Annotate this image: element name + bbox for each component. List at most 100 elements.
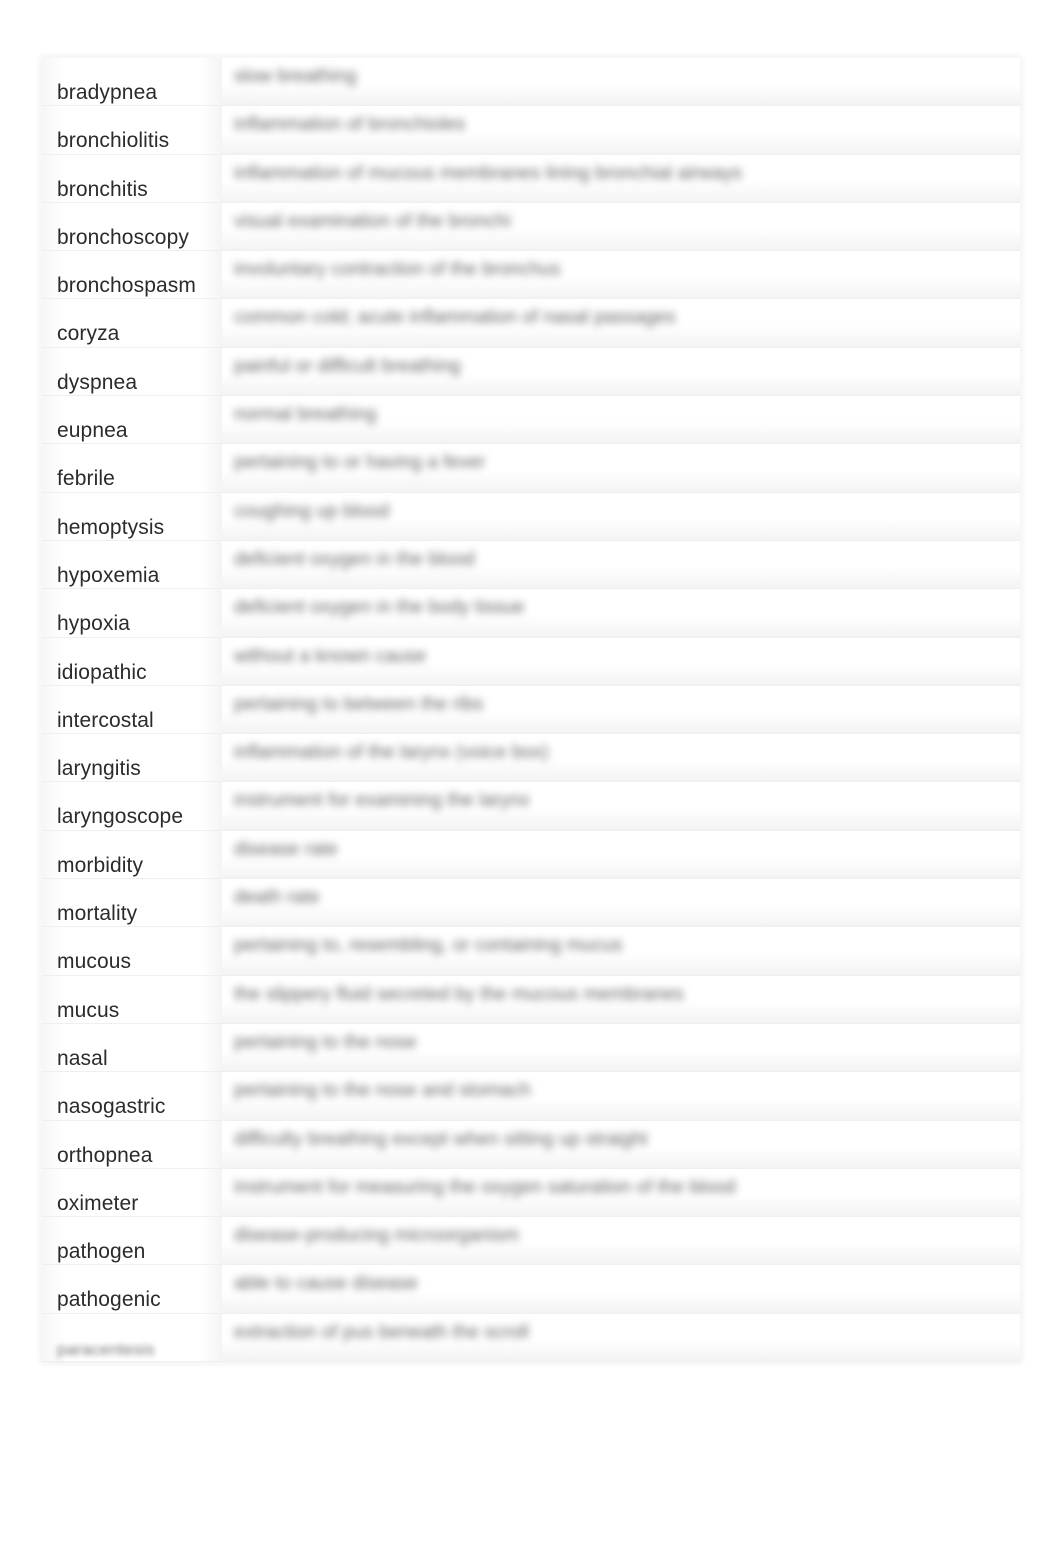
- table-row: paracentesis extraction of pus beneath t…: [42, 1313, 1020, 1363]
- definition-text: pertaining to the nose: [234, 1031, 417, 1053]
- definition-cell: without a known cause: [222, 637, 1020, 685]
- term-cell: bronchoscopy: [42, 202, 222, 251]
- term-text: febrile: [57, 467, 115, 491]
- table-row: bronchitis inflammation of mucous membra…: [42, 154, 1020, 203]
- table-row: bronchospasm involuntary contraction of …: [42, 251, 1020, 300]
- table-row: laryngitis inflammation of the larynx (v…: [42, 734, 1020, 783]
- term-text: pathogenic: [57, 1288, 161, 1312]
- glossary-table: bradypnea slow breathing bronchiolitis i…: [42, 58, 1020, 1363]
- definition-cell: disease-producing microorganism: [222, 1217, 1020, 1265]
- table-row: febrile pertaining to or having a fever: [42, 444, 1020, 493]
- definition-text: death rate: [234, 887, 320, 909]
- definition-text: inflammation of bronchioles: [234, 114, 466, 136]
- term-text: orthopnea: [57, 1143, 153, 1167]
- definition-cell: pertaining to the nose and stomach: [222, 1072, 1020, 1120]
- term-cell: orthopnea: [42, 1120, 222, 1168]
- term-cell: dyspnea: [42, 347, 222, 396]
- term-text: eupnea: [57, 419, 128, 443]
- term-cell: mucus: [42, 975, 222, 1023]
- definition-text: involuntary contraction of the bronchus: [234, 259, 561, 281]
- table-row: eupnea normal breathing: [42, 396, 1020, 445]
- table-row: mucus the slippery fluid secreted by the…: [42, 975, 1020, 1024]
- definition-cell: inflammation of bronchioles: [222, 106, 1020, 154]
- table-row: oximeter instrument for measuring the ox…: [42, 1168, 1020, 1218]
- definition-cell: difficulty breathing except when sitting…: [222, 1120, 1020, 1168]
- term-text: bronchiolitis: [57, 129, 170, 153]
- term-cell: nasal: [42, 1023, 222, 1072]
- definition-text: inflammation of the larynx (voice box): [234, 742, 549, 764]
- definition-text: pertaining to, resembling, or containing…: [234, 935, 623, 957]
- definition-cell: instrument for examining the larynx: [222, 782, 1020, 830]
- term-cell: coryza: [42, 299, 222, 347]
- definition-text: disease-producing microorganism: [234, 1225, 520, 1247]
- definition-text: pertaining to or having a fever: [234, 452, 486, 474]
- term-cell: intercostal: [42, 685, 222, 734]
- term-text: bronchitis: [57, 177, 148, 201]
- term-text: dyspnea: [57, 370, 138, 394]
- term-cell: paracentesis: [42, 1313, 222, 1362]
- definition-text: instrument for examining the larynx: [234, 790, 530, 812]
- term-cell: pathogen: [42, 1217, 222, 1265]
- term-text: bradypnea: [57, 81, 158, 104]
- term-cell: bronchitis: [42, 154, 222, 202]
- term-cell: mortality: [42, 879, 222, 927]
- definition-cell: extraction of pus beneath the scroll: [222, 1313, 1020, 1362]
- definition-cell: pertaining to or having a fever: [222, 444, 1020, 492]
- term-text: idiopathic: [57, 660, 147, 684]
- definition-cell: normal breathing: [222, 396, 1020, 444]
- table-row: orthopnea difficulty breathing except wh…: [42, 1120, 1020, 1169]
- term-text: mucus: [57, 998, 120, 1022]
- definition-text: instrument for measuring the oxygen satu…: [234, 1176, 736, 1198]
- term-text: paracentesis: [57, 1339, 155, 1359]
- definition-cell: deficient oxygen in the blood: [222, 540, 1020, 589]
- definition-text: painful or difficult breathing: [234, 355, 461, 377]
- definition-cell: inflammation of mucous membranes lining …: [222, 154, 1020, 202]
- term-cell: laryngitis: [42, 734, 222, 782]
- definition-cell: coughing up blood: [222, 492, 1020, 540]
- definition-cell: disease rate: [222, 830, 1020, 879]
- definition-text: deficient oxygen in the blood: [234, 548, 475, 570]
- term-cell: febrile: [42, 444, 222, 492]
- definition-cell: painful or difficult breathing: [222, 347, 1020, 396]
- table-row: pathogenic able to cause disease: [42, 1265, 1020, 1314]
- term-text: intercostal: [57, 708, 154, 732]
- table-row: idiopathic without a known cause: [42, 637, 1020, 686]
- definition-cell: instrument for measuring the oxygen satu…: [222, 1168, 1020, 1217]
- table-row: intercostal pertaining to between the ri…: [42, 685, 1020, 735]
- definition-cell: deficient oxygen in the body tissue: [222, 589, 1020, 637]
- definition-text: able to cause disease: [234, 1273, 418, 1295]
- table-row: bronchoscopy visual examination of the b…: [42, 202, 1020, 252]
- definition-cell: pertaining to, resembling, or containing…: [222, 927, 1020, 975]
- definition-cell: able to cause disease: [222, 1265, 1020, 1313]
- definition-cell: slow breathing: [222, 58, 1020, 106]
- term-cell: hypoxemia: [42, 540, 222, 589]
- term-cell: bronchiolitis: [42, 106, 222, 154]
- definition-text: disease rate: [234, 838, 338, 860]
- definition-text: pertaining to the nose and stomach: [234, 1080, 531, 1102]
- definition-cell: death rate: [222, 879, 1020, 927]
- term-cell: morbidity: [42, 830, 222, 879]
- term-cell: pathogenic: [42, 1265, 222, 1313]
- definition-text: extraction of pus beneath the scroll: [234, 1321, 529, 1343]
- term-text: bronchospasm: [57, 274, 196, 298]
- table-row: morbidity disease rate: [42, 830, 1020, 880]
- table-row: mucous pertaining to, resembling, or con…: [42, 927, 1020, 976]
- table-row: coryza common cold; acute inflammation o…: [42, 299, 1020, 348]
- term-text: nasogastric: [57, 1095, 166, 1119]
- term-text: hypoxia: [57, 612, 131, 636]
- table-row: hypoxemia deficient oxygen in the blood: [42, 540, 1020, 590]
- term-cell: nasogastric: [42, 1072, 222, 1120]
- term-cell: oximeter: [42, 1168, 222, 1217]
- definition-cell: visual examination of the bronchi: [222, 202, 1020, 251]
- term-cell: laryngoscope: [42, 782, 222, 830]
- term-cell: hemoptysis: [42, 492, 222, 540]
- definition-text: inflammation of mucous membranes lining …: [234, 162, 742, 184]
- term-text: bronchoscopy: [57, 225, 189, 249]
- term-text: mortality: [57, 902, 138, 926]
- term-text: nasal: [57, 1046, 108, 1070]
- term-text: laryngoscope: [57, 805, 184, 829]
- term-cell: bronchospasm: [42, 251, 222, 299]
- definition-text: the slippery fluid secreted by the mucou…: [234, 983, 684, 1005]
- definition-cell: pertaining to the nose: [222, 1023, 1020, 1072]
- term-cell: mucous: [42, 927, 222, 975]
